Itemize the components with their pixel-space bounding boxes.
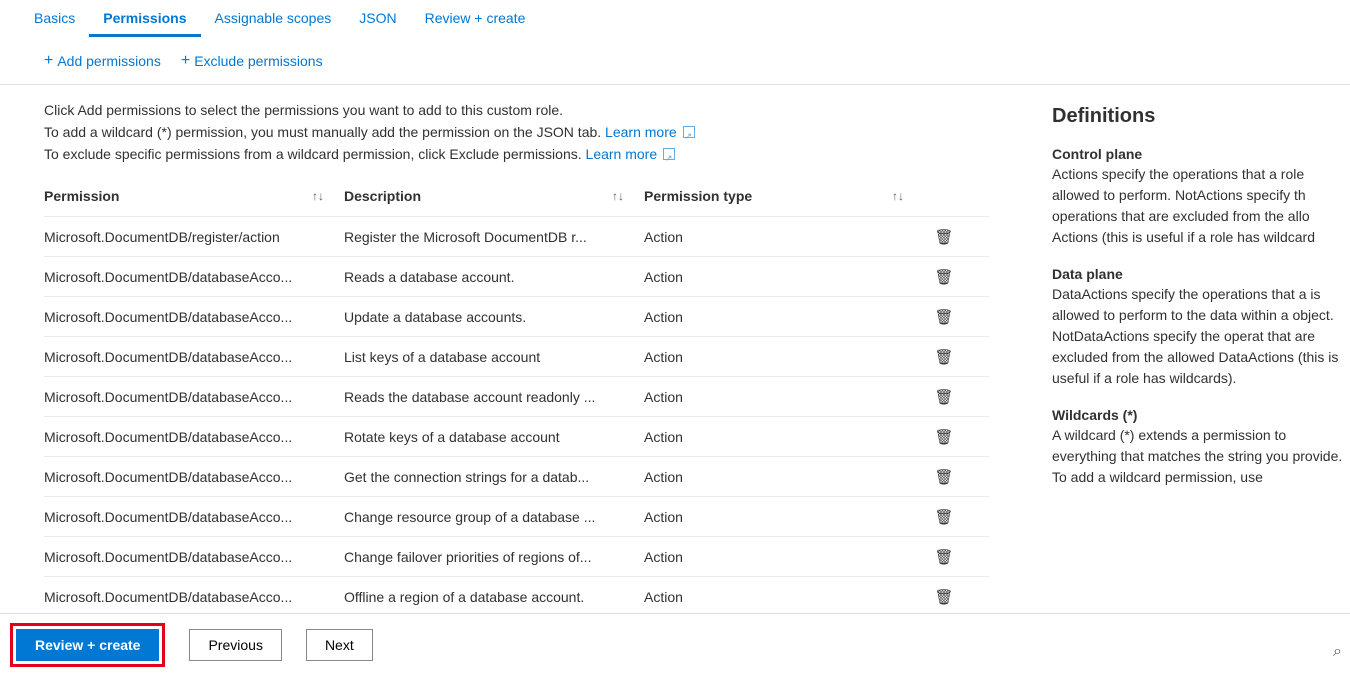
table-row: Microsoft.DocumentDB/databaseAcco...Read… bbox=[44, 377, 989, 417]
learn-more-exclude-link[interactable]: Learn more bbox=[586, 146, 658, 162]
cell-permission: Microsoft.DocumentDB/databaseAcco... bbox=[44, 589, 344, 605]
col-type[interactable]: Permission type bbox=[644, 188, 752, 204]
cell-description: Rotate keys of a database account bbox=[344, 429, 644, 445]
tabs-bar: Basics Permissions Assignable scopes JSO… bbox=[0, 0, 1350, 38]
cell-description: Update a database accounts. bbox=[344, 309, 644, 325]
def-control-plane-body: Actions specify the operations that a ro… bbox=[1052, 164, 1350, 248]
cell-permission: Microsoft.DocumentDB/databaseAcco... bbox=[44, 549, 344, 565]
delete-icon[interactable]: 🗑 bbox=[934, 549, 953, 566]
def-control-plane-title: Control plane bbox=[1052, 146, 1350, 162]
search-icon[interactable]: ⌕ bbox=[1333, 643, 1342, 661]
delete-icon[interactable]: 🗑 bbox=[934, 269, 953, 286]
cell-description: List keys of a database account bbox=[344, 349, 644, 365]
tab-permissions[interactable]: Permissions bbox=[89, 2, 200, 37]
help-line2: To add a wildcard (*) permission, you mu… bbox=[44, 124, 605, 140]
permissions-table: Permission ↑↓ Description ↑↓ Permission … bbox=[44, 175, 989, 617]
tab-assignable-scopes[interactable]: Assignable scopes bbox=[201, 2, 346, 37]
cell-description: Change resource group of a database ... bbox=[344, 509, 644, 525]
definitions-title: Definitions bbox=[1052, 105, 1350, 128]
delete-icon[interactable]: 🗑 bbox=[934, 589, 953, 606]
cell-type: Action bbox=[644, 229, 924, 245]
external-link-icon bbox=[663, 148, 675, 160]
delete-icon[interactable]: 🗑 bbox=[934, 509, 953, 526]
table-row: Microsoft.DocumentDB/databaseAcco...Offl… bbox=[44, 577, 989, 617]
cell-description: Offline a region of a database account. bbox=[344, 589, 644, 605]
highlight-annotation: Review + create bbox=[10, 623, 165, 667]
cell-permission: Microsoft.DocumentDB/register/action bbox=[44, 229, 344, 245]
tab-review-create[interactable]: Review + create bbox=[411, 2, 540, 37]
def-wildcards-title: Wildcards (*) bbox=[1052, 407, 1350, 423]
plus-icon: + bbox=[181, 52, 190, 70]
exclude-permissions-button[interactable]: + Exclude permissions bbox=[181, 52, 323, 70]
cell-type: Action bbox=[644, 509, 924, 525]
def-wildcards-body: A wildcard (*) extends a permission to e… bbox=[1052, 425, 1350, 488]
exclude-permissions-label: Exclude permissions bbox=[194, 53, 322, 69]
footer-bar: Review + create Previous Next bbox=[0, 613, 1350, 675]
cell-permission: Microsoft.DocumentDB/databaseAcco... bbox=[44, 469, 344, 485]
cell-description: Get the connection strings for a datab..… bbox=[344, 469, 644, 485]
cell-type: Action bbox=[644, 349, 924, 365]
definitions-panel: Definitions Control plane Actions specif… bbox=[1040, 85, 1350, 617]
col-permission[interactable]: Permission bbox=[44, 188, 119, 204]
sort-icon[interactable]: ↑↓ bbox=[892, 189, 904, 203]
plus-icon: + bbox=[44, 52, 53, 70]
sort-icon[interactable]: ↑↓ bbox=[312, 189, 324, 203]
delete-icon[interactable]: 🗑 bbox=[934, 229, 953, 246]
cell-type: Action bbox=[644, 429, 924, 445]
cell-description: Reads a database account. bbox=[344, 269, 644, 285]
table-row: Microsoft.DocumentDB/databaseAcco...Read… bbox=[44, 257, 989, 297]
cell-permission: Microsoft.DocumentDB/databaseAcco... bbox=[44, 389, 344, 405]
cell-permission: Microsoft.DocumentDB/databaseAcco... bbox=[44, 429, 344, 445]
def-data-plane-body: DataActions specify the operations that … bbox=[1052, 284, 1350, 389]
cell-description: Register the Microsoft DocumentDB r... bbox=[344, 229, 644, 245]
cell-type: Action bbox=[644, 269, 924, 285]
add-permissions-label: Add permissions bbox=[57, 53, 161, 69]
cell-permission: Microsoft.DocumentDB/databaseAcco... bbox=[44, 349, 344, 365]
cell-description: Reads the database account readonly ... bbox=[344, 389, 644, 405]
cell-type: Action bbox=[644, 549, 924, 565]
delete-icon[interactable]: 🗑 bbox=[934, 469, 953, 486]
delete-icon[interactable]: 🗑 bbox=[934, 429, 953, 446]
cell-type: Action bbox=[644, 589, 924, 605]
table-row: Microsoft.DocumentDB/databaseAcco...Upda… bbox=[44, 297, 989, 337]
table-row: Microsoft.DocumentDB/databaseAcco...Get … bbox=[44, 457, 989, 497]
tab-json[interactable]: JSON bbox=[345, 2, 410, 37]
help-text: Click Add permissions to select the perm… bbox=[44, 99, 1040, 165]
table-row: Microsoft.DocumentDB/databaseAcco...Rota… bbox=[44, 417, 989, 457]
cell-type: Action bbox=[644, 469, 924, 485]
cell-type: Action bbox=[644, 389, 924, 405]
delete-icon[interactable]: 🗑 bbox=[934, 389, 953, 406]
cell-permission: Microsoft.DocumentDB/databaseAcco... bbox=[44, 309, 344, 325]
tab-basics[interactable]: Basics bbox=[20, 2, 89, 37]
table-row: Microsoft.DocumentDB/databaseAcco...List… bbox=[44, 337, 989, 377]
sort-icon[interactable]: ↑↓ bbox=[612, 189, 624, 203]
add-permissions-button[interactable]: + Add permissions bbox=[44, 52, 161, 70]
table-row: Microsoft.DocumentDB/databaseAcco...Chan… bbox=[44, 497, 989, 537]
def-data-plane-title: Data plane bbox=[1052, 266, 1350, 282]
table-row: Microsoft.DocumentDB/databaseAcco...Chan… bbox=[44, 537, 989, 577]
cell-type: Action bbox=[644, 309, 924, 325]
cell-permission: Microsoft.DocumentDB/databaseAcco... bbox=[44, 269, 344, 285]
next-button[interactable]: Next bbox=[306, 629, 373, 661]
previous-button[interactable]: Previous bbox=[189, 629, 281, 661]
help-line3: To exclude specific permissions from a w… bbox=[44, 146, 586, 162]
external-link-icon bbox=[683, 126, 695, 138]
cell-description: Change failover priorities of regions of… bbox=[344, 549, 644, 565]
table-row: Microsoft.DocumentDB/register/actionRegi… bbox=[44, 217, 989, 257]
delete-icon[interactable]: 🗑 bbox=[934, 309, 953, 326]
help-line1: Click Add permissions to select the perm… bbox=[44, 99, 1040, 121]
cell-permission: Microsoft.DocumentDB/databaseAcco... bbox=[44, 509, 344, 525]
toolbar: + Add permissions + Exclude permissions bbox=[0, 38, 1350, 84]
review-create-button[interactable]: Review + create bbox=[16, 629, 159, 661]
delete-icon[interactable]: 🗑 bbox=[934, 349, 953, 366]
learn-more-wildcard-link[interactable]: Learn more bbox=[605, 124, 677, 140]
col-description[interactable]: Description bbox=[344, 188, 421, 204]
